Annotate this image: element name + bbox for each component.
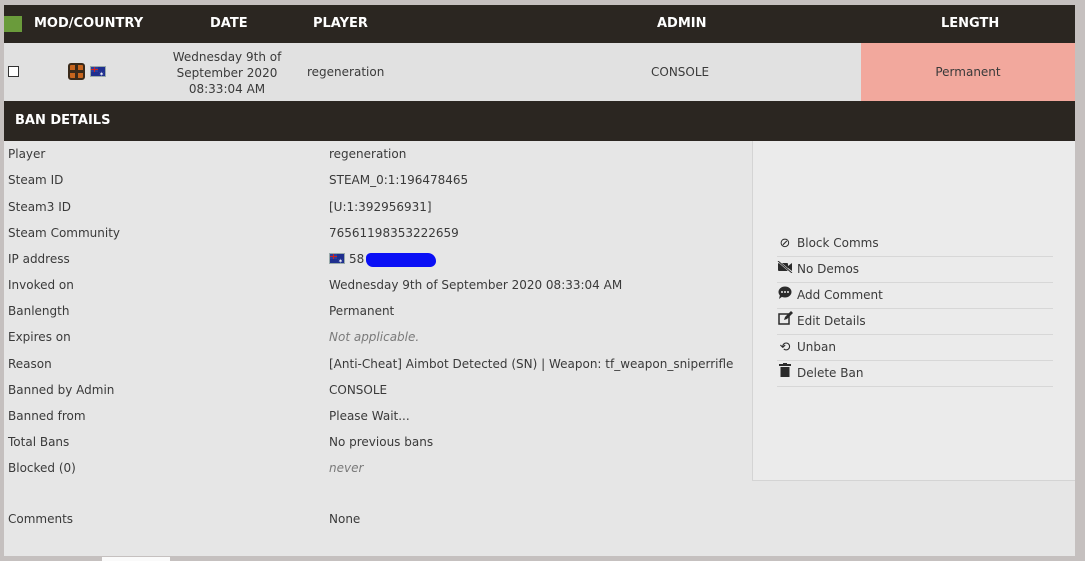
action-label: No Demos (797, 262, 860, 276)
detail-label: Banned by Admin (8, 383, 115, 397)
detail-value: [U:1:392956931] (329, 200, 432, 214)
steam-community-link[interactable]: 76561198353222659 (329, 226, 459, 240)
detail-label: Blocked (0) (8, 461, 76, 475)
detail-label: Total Bans (8, 435, 70, 449)
bottom-scroll-thumb[interactable] (102, 557, 170, 561)
ban-admin: CONSOLE (651, 65, 710, 79)
detail-row-blocked: Blocked (0) never (4, 455, 752, 481)
detail-label: Expires on (8, 330, 71, 344)
detail-label: Banned from (8, 409, 86, 423)
australia-flag-icon (329, 253, 345, 265)
detail-row-steam3-id: Steam3 ID [U:1:392956931] (4, 194, 752, 220)
edit-details-button[interactable]: Edit Details (777, 309, 1053, 335)
detail-label: Comments (8, 512, 74, 526)
column-admin[interactable]: ADMIN (657, 5, 707, 43)
no-demos-button[interactable]: No Demos (777, 257, 1053, 283)
trash-icon (777, 361, 793, 386)
ban-row[interactable]: Wednesday 9th of September 2020 08:33:04… (4, 43, 1075, 101)
ban-details-list: Player regeneration Steam ID STEAM_0:1:1… (4, 141, 752, 556)
detail-value: never (329, 461, 364, 475)
ban-actions-panel: ⊘ Block Comms No Demos Add Comment Edit D… (752, 141, 1075, 481)
edit-icon (777, 309, 793, 334)
detail-row-total-bans: Total Bans No previous bans (4, 429, 752, 455)
ip-address-value: 58 (349, 252, 365, 266)
ban-details-title: BAN DETAILS (15, 113, 111, 128)
column-mod-country[interactable]: MOD/COUNTRY (34, 5, 143, 43)
australia-flag-icon (90, 66, 106, 78)
column-date[interactable]: DATE (210, 5, 248, 43)
detail-row-steam-community: Steam Community 76561198353222659 (4, 220, 752, 246)
column-length[interactable]: LENGTH (941, 5, 999, 43)
detail-value: Not applicable. (329, 330, 420, 344)
ban-select-checkbox[interactable] (8, 66, 19, 77)
ban-list-panel: MOD/COUNTRY DATE PLAYER ADMIN LENGTH Wed… (4, 5, 1075, 556)
ban-player: regeneration (307, 65, 385, 79)
add-comment-button[interactable]: Add Comment (777, 283, 1053, 309)
detail-value: Wednesday 9th of September 2020 08:33:04… (329, 278, 623, 292)
detail-label: Steam ID (8, 173, 64, 187)
detail-row-ip-address: IP address 58 (4, 246, 752, 272)
detail-value: STEAM_0:1:196478465 (329, 173, 469, 187)
detail-label: Steam Community (8, 226, 121, 240)
redaction-scribble (366, 252, 437, 267)
action-label: Delete Ban (797, 366, 864, 380)
comment-icon (777, 283, 793, 308)
detail-row-player: Player regeneration (4, 141, 752, 167)
detail-label: IP address (8, 252, 70, 266)
detail-label: Player (8, 147, 46, 161)
detail-row-comments: Comments None (4, 506, 752, 532)
detail-value: None (329, 512, 361, 526)
unban-button[interactable]: ⟲ Unban (777, 335, 1053, 361)
detail-row-banned-from: Banned from Please Wait... (4, 403, 752, 429)
action-label: Unban (797, 340, 836, 354)
ban-details-header: BAN DETAILS (4, 101, 1075, 141)
detail-value: Permanent (329, 304, 395, 318)
detail-row-reason: Reason [Anti-Cheat] Aimbot Detected (SN)… (4, 351, 752, 377)
header-status-indicator (4, 16, 22, 32)
delete-ban-button[interactable]: Delete Ban (777, 361, 1053, 387)
detail-label: Invoked on (8, 278, 74, 292)
detail-value-ip: 58 (329, 252, 437, 267)
undo-icon: ⟲ (779, 340, 791, 355)
tf2-icon (68, 63, 85, 80)
detail-value: [Anti-Cheat] Aimbot Detected (SN) | Weap… (329, 357, 734, 371)
block-icon: ⊘ (779, 236, 791, 251)
action-label: Edit Details (797, 314, 866, 328)
detail-label: Steam3 ID (8, 200, 71, 214)
detail-label: Reason (8, 357, 52, 371)
ban-length-badge: Permanent (861, 43, 1075, 101)
ban-table-header: MOD/COUNTRY DATE PLAYER ADMIN LENGTH (4, 5, 1075, 43)
ban-date-line1: Wednesday 9th of (172, 50, 282, 64)
ban-date: Wednesday 9th of September 2020 08:33:04… (169, 49, 285, 97)
action-label: Add Comment (797, 288, 883, 302)
detail-row-invoked-on: Invoked on Wednesday 9th of September 20… (4, 272, 752, 298)
no-video-icon (777, 257, 793, 282)
detail-row-banlength: Banlength Permanent (4, 298, 752, 324)
detail-row-expires-on: Expires on Not applicable. (4, 324, 752, 350)
detail-value: CONSOLE (329, 383, 388, 397)
detail-label: Banlength (8, 304, 70, 318)
detail-row-banned-by-admin: Banned by Admin CONSOLE (4, 377, 752, 403)
block-comms-button[interactable]: ⊘ Block Comms (777, 231, 1053, 257)
detail-row-steam-id: Steam ID STEAM_0:1:196478465 (4, 167, 752, 193)
ban-date-line3: 08:33:04 AM (188, 82, 266, 96)
detail-value: regeneration (329, 147, 407, 161)
detail-value: No previous bans (329, 435, 434, 449)
detail-value: Please Wait... (329, 409, 410, 423)
column-player[interactable]: PLAYER (313, 5, 368, 43)
ban-date-line2: September 2020 (176, 66, 278, 80)
action-label: Block Comms (797, 236, 879, 250)
